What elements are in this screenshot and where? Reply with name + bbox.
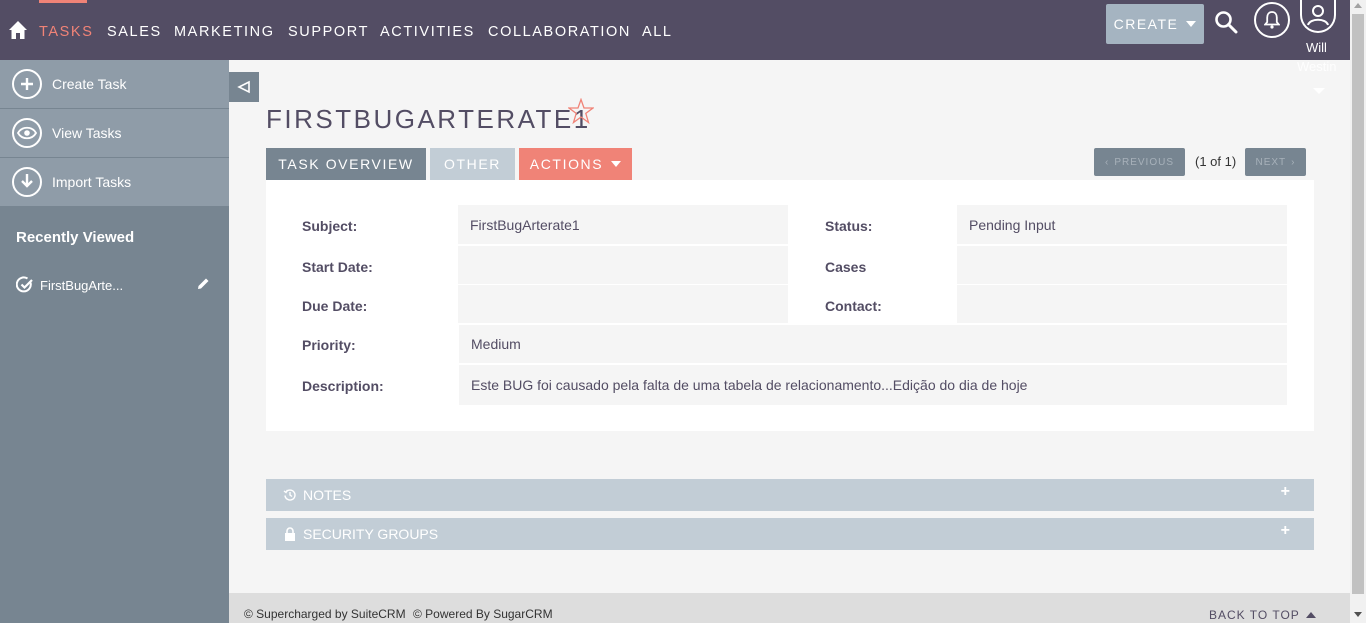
triangle-left-icon [237,80,250,94]
recently-viewed-label: FirstBugArte... [40,277,124,293]
search-icon[interactable] [1214,10,1238,34]
pencil-icon[interactable] [196,277,210,291]
contact-label: Contact: [825,298,882,314]
chevron-left-icon: ‹ [1104,156,1110,168]
sidebar-collapse-button[interactable] [229,72,259,102]
start-date-label: Start Date: [302,259,373,275]
create-button-label: CREATE [1113,16,1179,32]
notes-subpanel-label: NOTES [303,487,352,503]
download-circle-icon [12,167,42,197]
status-label: Status: [825,218,873,234]
tab-other[interactable]: OTHER [430,148,515,180]
previous-button[interactable]: ‹ PREVIOUS [1094,148,1185,176]
nav-collaboration[interactable]: COLLABORATION [488,24,631,40]
notifications-button[interactable] [1254,2,1290,38]
back-to-top-link[interactable]: BACK TO TOP [1209,608,1316,622]
nav-marketing[interactable]: MARKETING [174,24,275,40]
tab-actions[interactable]: ACTIONS [519,148,632,180]
status-field[interactable]: Pending Input [957,205,1287,244]
description-label: Description: [302,378,384,394]
bell-icon [1264,11,1280,29]
scroll-up-arrow-icon[interactable] [1354,3,1362,8]
detail-panel: Subject: FirstBugArterate1 Status: Pendi… [266,180,1314,431]
sidebar-action-label: View Tasks [52,125,122,141]
create-button[interactable]: CREATE [1106,4,1204,44]
nav-support[interactable]: SUPPORT [288,24,369,40]
recently-viewed-heading: Recently Viewed [16,229,135,246]
footer: © Supercharged by SuiteCRM © Powered By … [229,593,1350,623]
contact-field[interactable] [957,285,1287,323]
chevron-up-icon [1305,612,1316,618]
sidebar: Create Task View Tasks Import Tasks Rece… [0,60,229,623]
security-groups-subpanel-header[interactable]: SECURITY GROUPS + [266,518,1314,550]
next-button[interactable]: NEXT › [1245,148,1306,176]
user-icon [1307,5,1329,26]
start-date-field[interactable] [458,246,788,284]
nav-sales[interactable]: SALES [107,24,162,40]
priority-field[interactable]: Medium [459,325,1287,363]
tab-actions-label: ACTIONS [529,156,604,172]
sidebar-action-import-tasks[interactable]: Import Tasks [0,158,229,206]
sidebar-action-label: Import Tasks [52,174,132,190]
nav-activities[interactable]: ACTIVITIES [380,24,475,40]
subject-label: Subject: [302,218,358,234]
expand-plus-icon[interactable]: + [1281,522,1290,540]
supercharged-link[interactable]: © Supercharged by SuiteCRM [244,607,406,621]
nav-all[interactable]: ALL [642,24,673,40]
user-name[interactable]: Will [1306,40,1327,55]
eye-circle-icon [12,118,42,148]
pager-count: (1 of 1) [1195,154,1237,169]
chevron-right-icon: › [1291,156,1296,168]
back-to-top-label: BACK TO TOP [1209,608,1300,622]
user-name-overflow: Westin [1297,59,1337,74]
previous-button-label: PREVIOUS [1114,156,1175,168]
powered-by-link[interactable]: © Powered By SugarCRM [413,607,553,621]
page-title: FIRSTBUGARTERATE1 [266,104,591,134]
history-icon [283,489,296,501]
priority-label: Priority: [302,337,356,353]
top-navigation-bar: TASKS SALES MARKETING SUPPORT ACTIVITIES… [0,0,1350,60]
plus-circle-icon [12,69,42,99]
scrollbar-thumb[interactable] [1352,14,1364,594]
description-field[interactable]: Este BUG foi causado pela falta de uma t… [459,365,1287,405]
notes-subpanel-header[interactable]: NOTES + [266,479,1314,511]
nav-tasks[interactable]: TASKS [39,24,93,40]
subject-field[interactable]: FirstBugArterate1 [458,205,788,244]
recently-viewed-item[interactable]: FirstBugArte... [16,276,216,294]
tab-task-overview[interactable]: TASK OVERVIEW [266,148,426,180]
security-groups-subpanel-label: SECURITY GROUPS [303,526,439,542]
home-icon[interactable] [8,20,28,40]
due-date-field[interactable] [458,285,788,323]
cases-label: Cases [825,259,867,275]
chevron-down-icon [1186,21,1197,27]
sidebar-action-label: Create Task [52,76,127,92]
expand-plus-icon[interactable]: + [1281,483,1290,501]
cases-field[interactable] [957,246,1287,284]
user-avatar[interactable] [1300,0,1336,33]
sidebar-action-create-task[interactable]: Create Task [0,60,229,108]
user-menu-chevron-icon[interactable] [1313,88,1325,94]
favorite-star-icon[interactable] [568,98,594,124]
scroll-down-arrow-icon[interactable] [1354,612,1362,617]
active-nav-indicator [39,0,87,3]
next-button-label: NEXT [1255,156,1287,168]
task-check-icon [16,276,33,293]
sidebar-action-view-tasks[interactable]: View Tasks [0,109,229,157]
lock-icon [285,527,295,541]
due-date-label: Due Date: [302,298,368,314]
chevron-down-icon [611,161,622,167]
